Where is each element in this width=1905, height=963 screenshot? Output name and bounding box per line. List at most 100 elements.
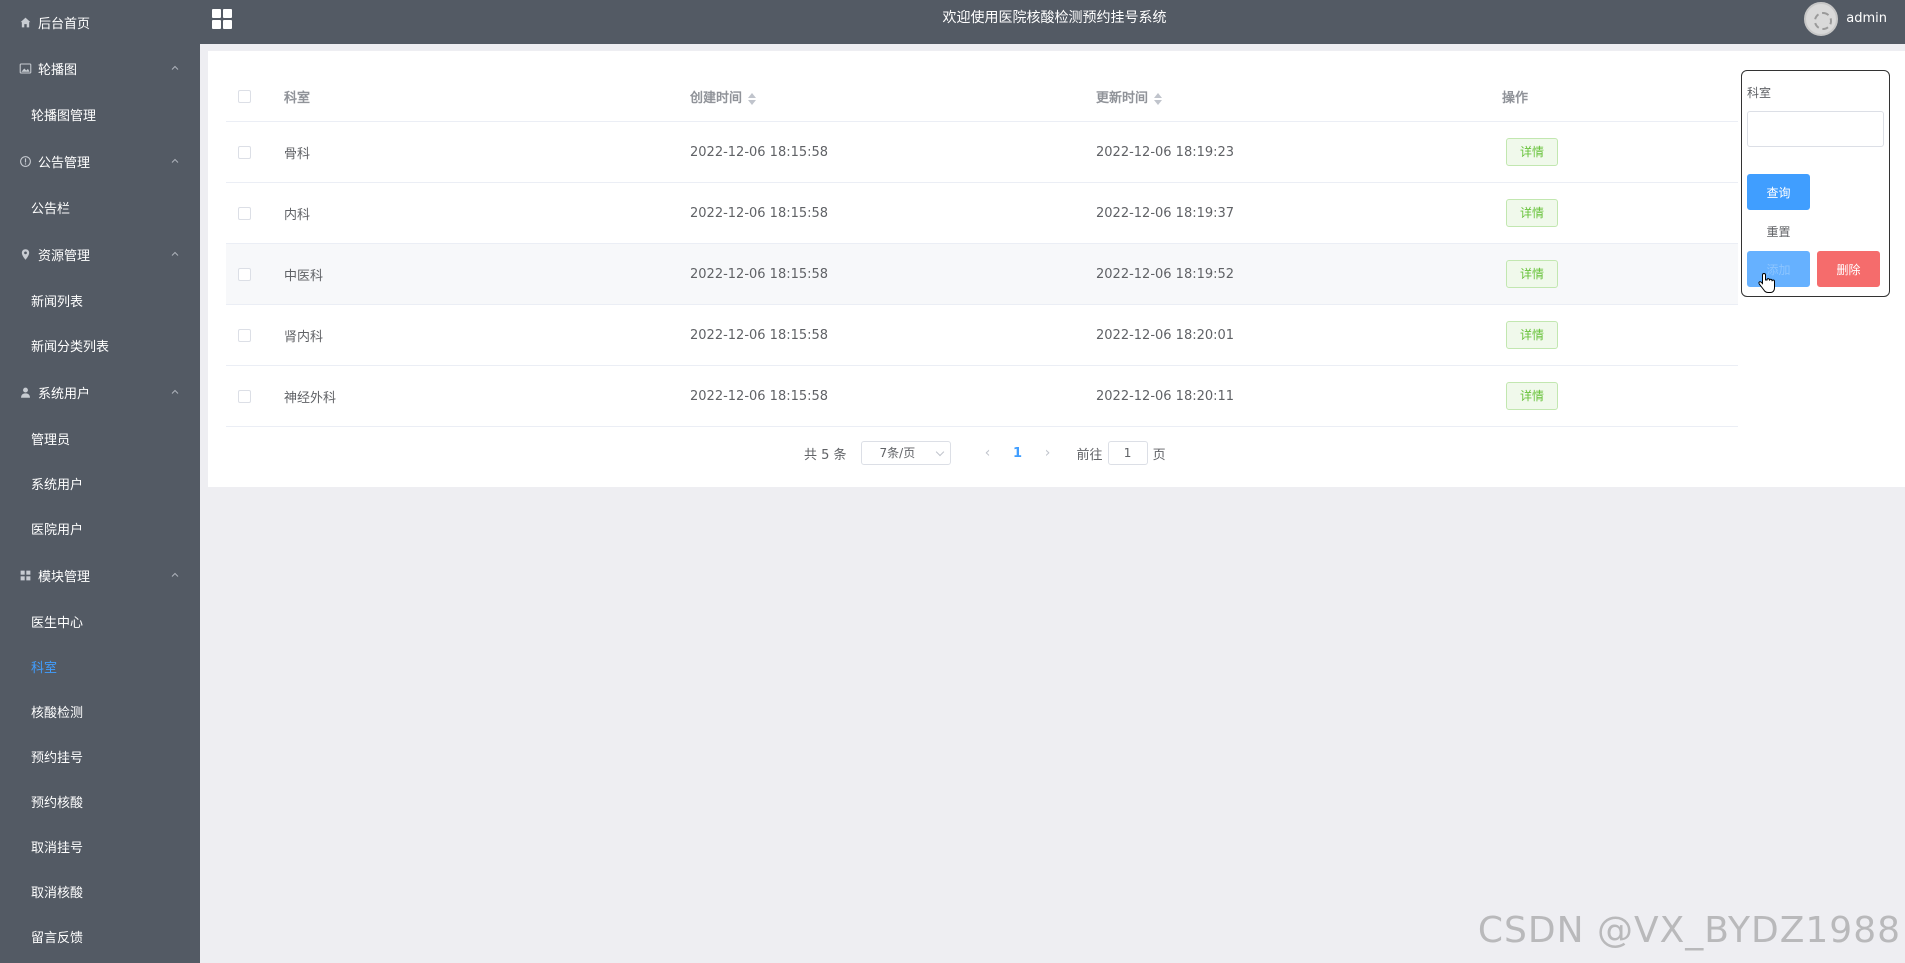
sidebar-item-doctor-center[interactable]: 医生中心 [0,599,200,644]
sidebar-group-modules[interactable]: 模块管理 [0,551,200,599]
grid-icon [18,568,32,582]
cell-created: 2022-12-06 18:15:58 [690,205,829,221]
prev-page-button[interactable]: ‹ [973,445,1003,461]
chevron-up-icon [171,251,179,256]
watermark: CSDN @VX_BYDZ1988 [1477,910,1901,951]
sidebar-item-appointment[interactable]: 预约挂号 [0,734,200,779]
sidebar-item-nucleic-booking[interactable]: 预约核酸 [0,779,200,824]
row-checkbox[interactable] [238,267,251,281]
table-row: 骨科 2022-12-06 18:15:58 2022-12-06 18:19:… [226,122,1738,183]
column-header-label: 更新时间 [1096,91,1149,106]
sidebar-item-hospital-users[interactable]: 医院用户 [0,506,200,551]
detail-button[interactable]: 详情 [1506,321,1558,349]
row-checkbox[interactable] [238,206,251,220]
cell-dept: 中医科 [284,268,324,284]
row-checkbox[interactable] [238,389,251,403]
detail-button[interactable]: 详情 [1506,138,1558,166]
cell-updated: 2022-12-06 18:19:52 [1096,266,1235,282]
search-panel: 科室 查询 重置 添加 删除 [1741,70,1890,297]
cell-dept: 肾内科 [284,329,324,345]
avatar[interactable] [1804,1,1839,36]
top-header: 欢迎使用医院核酸检测预约挂号系统 admin [200,0,1905,44]
sidebar-group-label: 公告管理 [38,155,91,171]
column-header-label: 创建时间 [690,91,743,106]
table-row: 内科 2022-12-06 18:15:58 2022-12-06 18:19:… [226,183,1738,244]
sidebar-item-feedback[interactable]: 留言反馈 [0,914,200,959]
detail-button[interactable]: 详情 [1506,260,1558,288]
column-header-created[interactable]: 创建时间 [690,87,1096,106]
cell-updated: 2022-12-06 18:19:23 [1096,144,1235,160]
reset-button[interactable]: 重置 [1747,213,1810,249]
department-search-input[interactable] [1747,111,1884,147]
column-header-updated[interactable]: 更新时间 [1096,87,1502,106]
goto-prefix: 前往 [1076,447,1103,463]
sidebar-group-label: 资源管理 [38,248,91,264]
cell-dept: 骨科 [284,146,311,162]
username: admin [1846,11,1887,26]
table-row: 神经外科 2022-12-06 18:15:58 2022-12-06 18:2… [226,366,1738,427]
chevron-up-icon [171,65,179,70]
table-row: 肾内科 2022-12-06 18:15:58 2022-12-06 18:20… [226,305,1738,366]
page-number[interactable]: 1 [1003,446,1033,461]
sort-icon[interactable] [1154,92,1163,105]
cell-created: 2022-12-06 18:15:58 [690,266,829,282]
column-header-actions: 操作 [1502,91,1529,106]
image-icon [18,61,32,75]
hand-cursor-icon [1758,272,1775,293]
page-size-value: 7条/页 [879,446,916,460]
sidebar-item-cancel-nucleic[interactable]: 取消核酸 [0,869,200,914]
add-button[interactable]: 添加 [1747,251,1810,287]
sidebar-item-news-category[interactable]: 新闻分类列表 [0,323,200,368]
next-page-button[interactable]: › [1033,445,1063,461]
cell-dept: 内科 [284,207,311,223]
cell-created: 2022-12-06 18:15:58 [690,327,829,343]
select-all-checkbox[interactable] [238,90,251,103]
sidebar-group-label: 模块管理 [38,569,91,585]
delete-button[interactable]: 删除 [1817,251,1880,287]
page-jumper: 前往 1 页 [1077,441,1166,465]
sidebar-item-cancel-appointment[interactable]: 取消挂号 [0,824,200,869]
sidebar-group-notice[interactable]: 公告管理 [0,137,200,185]
cell-updated: 2022-12-06 18:20:11 [1096,388,1235,404]
sidebar-item-department[interactable]: 科室 [0,644,200,689]
cell-updated: 2022-12-06 18:20:01 [1096,327,1235,343]
sidebar-item-home[interactable]: 后台首页 [0,0,200,44]
table-row: 中医科 2022-12-06 18:15:58 2022-12-06 18:19… [226,244,1738,305]
detail-button[interactable]: 详情 [1506,382,1558,410]
sidebar-group-carousel[interactable]: 轮播图 [0,44,200,92]
goto-page-input[interactable]: 1 [1107,441,1148,465]
sidebar-item-carousel-manage[interactable]: 轮播图管理 [0,92,200,137]
row-checkbox[interactable] [238,145,251,159]
detail-button[interactable]: 详情 [1506,199,1558,227]
sidebar-item-nucleic-test[interactable]: 核酸检测 [0,689,200,734]
row-checkbox[interactable] [238,328,251,342]
cell-created: 2022-12-06 18:15:58 [690,144,829,160]
home-icon [18,15,32,29]
location-icon [18,247,32,261]
search-label: 科室 [1747,86,1772,100]
cell-created: 2022-12-06 18:15:58 [690,388,829,404]
cell-dept: 神经外科 [284,390,337,406]
sidebar-group-resources[interactable]: 资源管理 [0,230,200,278]
sort-icon[interactable] [748,92,757,105]
pagination-total: 共 5 条 [804,447,847,463]
sidebar-item-system-users[interactable]: 系统用户 [0,461,200,506]
info-icon [18,154,32,168]
chevron-down-icon [935,447,944,457]
sidebar: 后台首页 轮播图 轮播图管理 公告管理 公告栏 资源管理 新闻列表 新闻分类列表… [0,0,200,963]
department-table: 科室 创建时间 更新时间 操作 骨科 2022-12-06 18:15:58 2… [226,72,1738,427]
query-button[interactable]: 查询 [1747,174,1810,210]
sidebar-group-label: 轮播图 [38,62,78,78]
goto-suffix: 页 [1152,447,1166,463]
sidebar-item-news-list[interactable]: 新闻列表 [0,278,200,323]
page-title: 欢迎使用医院核酸检测预约挂号系统 [942,10,1167,26]
sidebar-group-system-users[interactable]: 系统用户 [0,368,200,416]
user-menu[interactable]: admin [1804,0,1887,37]
sidebar-item-notice-board[interactable]: 公告栏 [0,185,200,230]
page-size-select[interactable]: 7条/页 [860,441,951,465]
sidebar-item-admins[interactable]: 管理员 [0,416,200,461]
chevron-up-icon [171,158,179,163]
column-header-dept: 科室 [284,91,311,106]
sidebar-group-label: 系统用户 [38,386,91,402]
cell-updated: 2022-12-06 18:19:37 [1096,205,1235,221]
